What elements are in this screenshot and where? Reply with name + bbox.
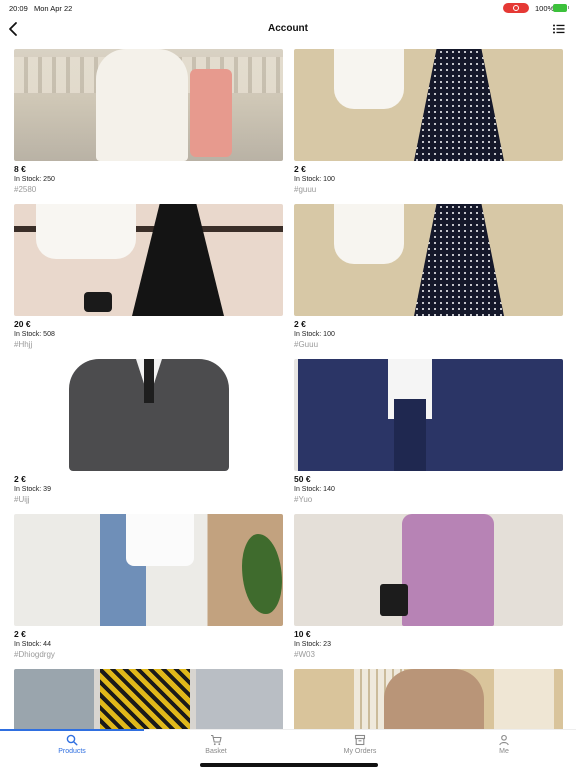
tab-my-orders[interactable]: My Orders [288, 734, 432, 755]
product-code: #Dhiogdrgy [14, 650, 55, 659]
product-grid: 8 € In Stock: 250 #2580 2 € In Stock: 10… [14, 49, 563, 730]
product-stock: In Stock: 140 [294, 486, 335, 493]
product-stock: In Stock: 39 [14, 486, 51, 493]
search-icon [66, 734, 78, 746]
product-code: #Hhjj [14, 340, 33, 349]
product-card[interactable]: 50 € In Stock: 140 #Yuo [294, 359, 563, 505]
product-card[interactable]: 10 € In Stock: 23 #W03 [294, 514, 563, 660]
product-price: 8 € [14, 164, 26, 174]
nav-bar: Account [0, 16, 576, 42]
product-code: #W03 [294, 650, 315, 659]
product-card[interactable]: 20 € In Stock: 508 #Hhjj [14, 204, 283, 350]
tab-me[interactable]: Me [432, 734, 576, 755]
tab-my-orders-label: My Orders [343, 748, 377, 755]
product-image[interactable] [294, 669, 563, 730]
product-image[interactable] [14, 204, 283, 316]
product-stock: In Stock: 23 [294, 641, 331, 648]
product-card[interactable] [14, 669, 283, 730]
tab-products[interactable]: Products [0, 734, 144, 755]
person-icon [499, 734, 509, 746]
product-stock: In Stock: 44 [14, 641, 51, 648]
product-price: 50 € [294, 474, 311, 484]
product-card[interactable]: 8 € In Stock: 250 #2580 [14, 49, 283, 195]
cart-icon [211, 734, 222, 746]
product-card[interactable]: 2 € In Stock: 44 #Dhiogdrgy [14, 514, 283, 660]
product-price: 20 € [14, 319, 31, 329]
product-image[interactable] [294, 204, 563, 316]
product-image[interactable] [14, 669, 283, 730]
product-image[interactable] [294, 359, 563, 471]
screen-recording-icon [503, 3, 529, 13]
status-bar: 20:09 Mon Apr 22 100% [0, 0, 576, 16]
list-menu-icon[interactable] [552, 22, 566, 36]
product-image[interactable] [14, 514, 283, 626]
product-stock: In Stock: 508 [14, 331, 55, 338]
product-code: #2580 [14, 185, 37, 194]
product-code: #guuu [294, 185, 317, 194]
tab-me-label: Me [499, 748, 509, 755]
product-card[interactable]: 2 € In Stock: 100 #guuu [294, 49, 563, 195]
product-image[interactable] [294, 49, 563, 161]
battery-icon [553, 3, 569, 12]
product-price: 10 € [294, 629, 311, 639]
tab-basket-label: Basket [205, 748, 227, 755]
product-code: #Uijj [14, 495, 30, 504]
product-price: 2 € [14, 629, 26, 639]
tab-basket[interactable]: Basket [144, 734, 288, 755]
product-image[interactable] [14, 49, 283, 161]
active-tab-indicator [0, 729, 144, 731]
product-image[interactable] [14, 359, 283, 471]
product-card[interactable]: 2 € In Stock: 39 #Uijj [14, 359, 283, 505]
product-card[interactable] [294, 669, 563, 730]
orders-icon [354, 734, 366, 746]
status-time: 20:09 [9, 4, 28, 13]
product-price: 2 € [294, 319, 306, 329]
product-price: 2 € [14, 474, 26, 484]
product-code: #Yuo [294, 495, 313, 504]
product-stock: In Stock: 100 [294, 331, 335, 338]
page-title: Account [268, 23, 308, 34]
product-stock: In Stock: 100 [294, 176, 335, 183]
product-stock: In Stock: 250 [14, 176, 55, 183]
battery-percent: 100% [535, 4, 555, 13]
product-card[interactable]: 2 € In Stock: 100 #Guuu [294, 204, 563, 350]
product-image[interactable] [294, 514, 563, 626]
product-code: #Guuu [294, 340, 319, 349]
status-date: Mon Apr 22 [34, 4, 73, 13]
home-indicator[interactable] [200, 763, 378, 767]
product-price: 2 € [294, 164, 306, 174]
tab-products-label: Products [58, 748, 86, 755]
